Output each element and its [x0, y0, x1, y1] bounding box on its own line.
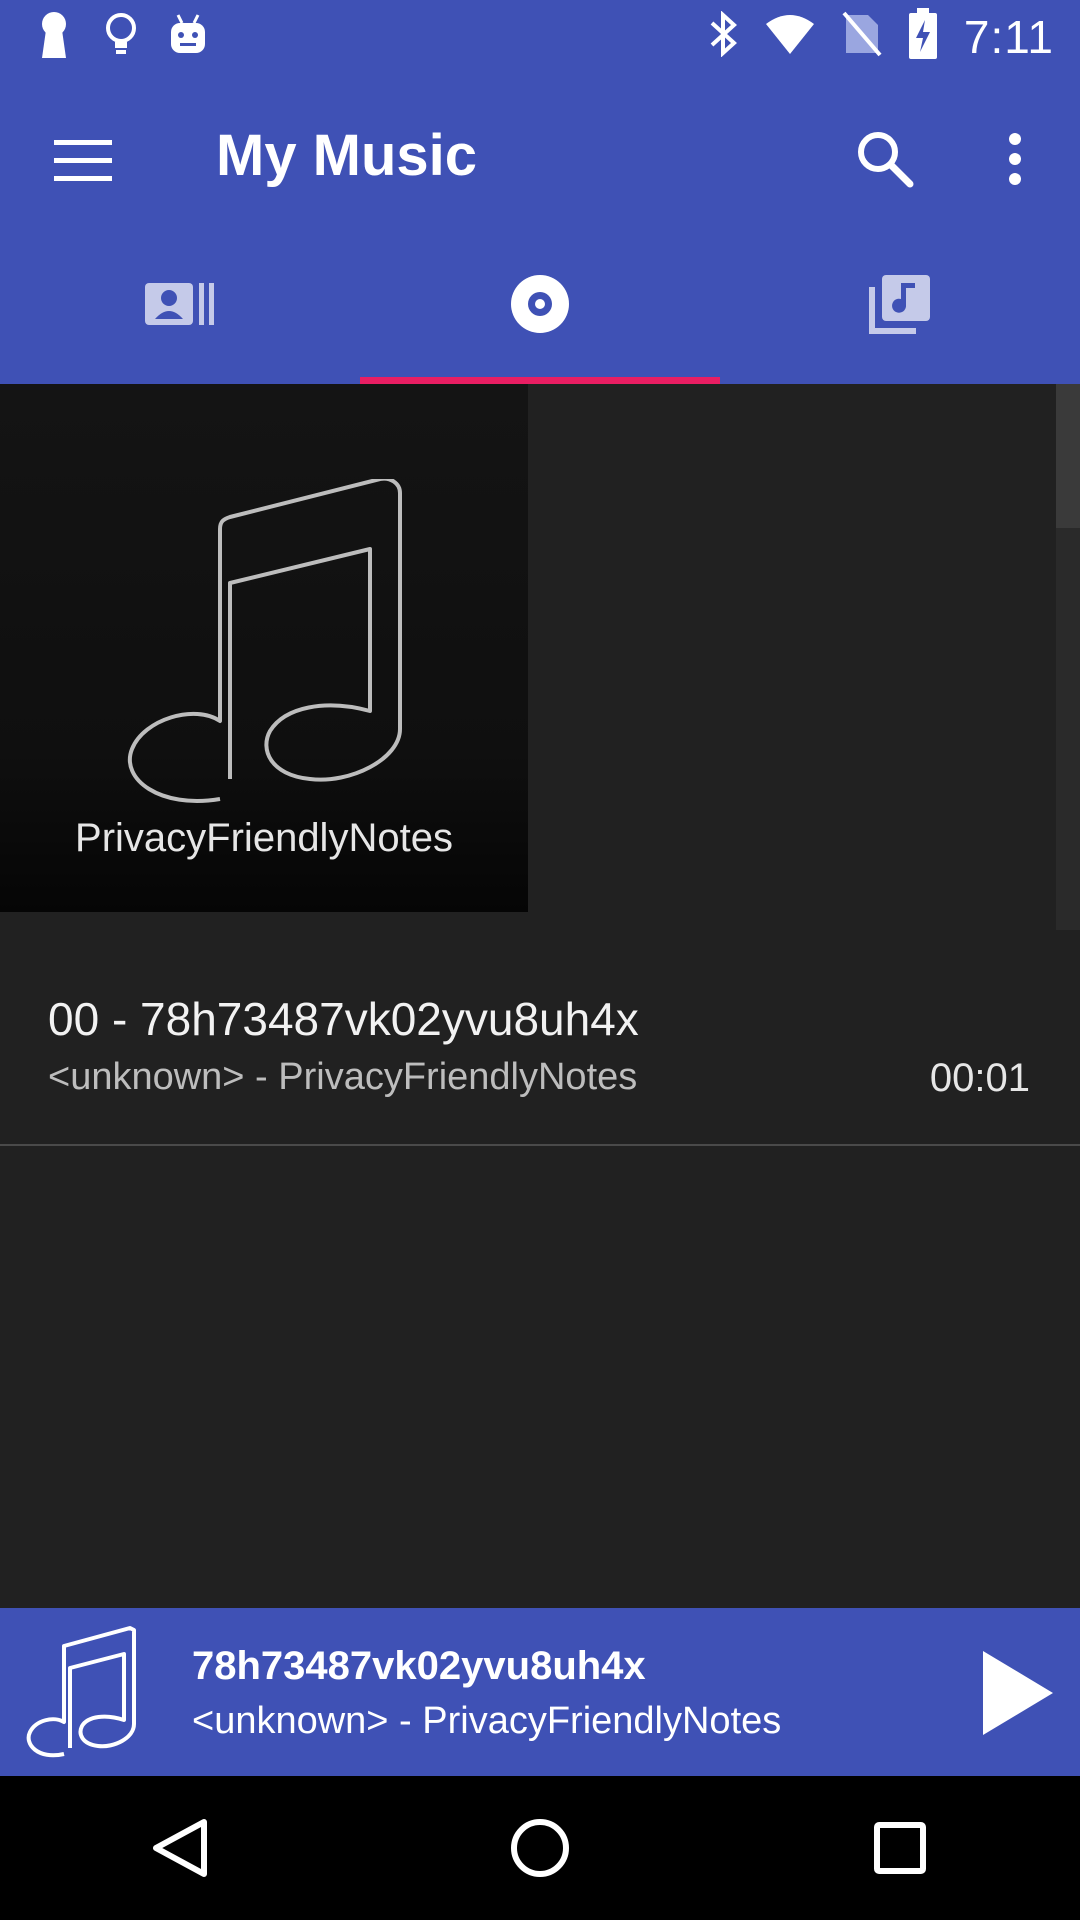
- album-card[interactable]: PrivacyFriendlyNotes: [0, 384, 528, 912]
- nav-back-button[interactable]: [120, 1788, 240, 1908]
- recents-icon: [874, 1822, 926, 1874]
- back-icon: [153, 1819, 207, 1877]
- disc-icon: [511, 275, 569, 333]
- play-icon: [983, 1651, 1053, 1735]
- music-library-icon: [869, 275, 930, 334]
- wifi-icon: [764, 12, 816, 61]
- app-bar: My Music: [0, 74, 1080, 244]
- lightbulb-icon: [104, 12, 138, 63]
- status-time: 7:11: [963, 10, 1054, 63]
- keyhole-icon: [34, 10, 74, 65]
- system-nav-bar: [0, 1776, 1080, 1920]
- music-note-icon: [26, 1626, 136, 1758]
- battery-charging-icon: [908, 8, 938, 65]
- search-icon: [858, 132, 914, 188]
- song-artist-album: <unknown> - PrivacyFriendlyNotes: [48, 1056, 638, 1098]
- album-content: PrivacyFriendlyNotes 00 - 78h73487vk02yv…: [0, 384, 1080, 1608]
- home-icon: [511, 1819, 569, 1877]
- status-right-icons: 7:11: [708, 8, 1054, 65]
- tab-playlists[interactable]: [720, 244, 1080, 384]
- page-title: My Music: [216, 123, 478, 188]
- player-song-title: 78h73487vk02yvu8uh4x: [192, 1644, 646, 1688]
- more-vert-icon: [1009, 133, 1021, 185]
- status-bar: 7:11: [0, 0, 1080, 74]
- scrollbar-thumb[interactable]: [1056, 384, 1080, 528]
- play-button[interactable]: [978, 1648, 1058, 1738]
- player-song-subtitle: <unknown> - PrivacyFriendlyNotes: [192, 1700, 782, 1742]
- song-list-item[interactable]: 00 - 78h73487vk02yvu8uh4x <unknown> - Pr…: [0, 984, 1080, 1146]
- android-icon: [168, 13, 208, 62]
- song-title: 00 - 78h73487vk02yvu8uh4x: [48, 993, 639, 1045]
- now-playing-bar[interactable]: 78h73487vk02yvu8uh4x <unknown> - Privacy…: [0, 1608, 1080, 1776]
- contacts-list-icon: [145, 283, 214, 325]
- tab-albums[interactable]: [360, 244, 720, 384]
- album-title: PrivacyFriendlyNotes: [75, 816, 453, 860]
- more-options-button[interactable]: [980, 124, 1050, 194]
- scrollbar[interactable]: [1056, 384, 1080, 930]
- nav-home-button[interactable]: [480, 1788, 600, 1908]
- no-sim-icon: [842, 11, 882, 62]
- song-duration: 00:01: [929, 1056, 1030, 1100]
- tab-bar: [0, 244, 1080, 384]
- music-note-icon: [128, 479, 402, 803]
- tab-artists[interactable]: [0, 244, 360, 384]
- bluetooth-icon: [708, 10, 738, 62]
- nav-recents-button[interactable]: [840, 1788, 960, 1908]
- app-screen: 7:11 My Music PrivacyFriendlyNotes 00 - …: [0, 0, 1080, 1920]
- menu-button[interactable]: [48, 126, 118, 196]
- player-art: [26, 1624, 146, 1765]
- search-button[interactable]: [850, 124, 920, 194]
- menu-icon: [54, 140, 112, 181]
- status-left-icons: [34, 10, 208, 65]
